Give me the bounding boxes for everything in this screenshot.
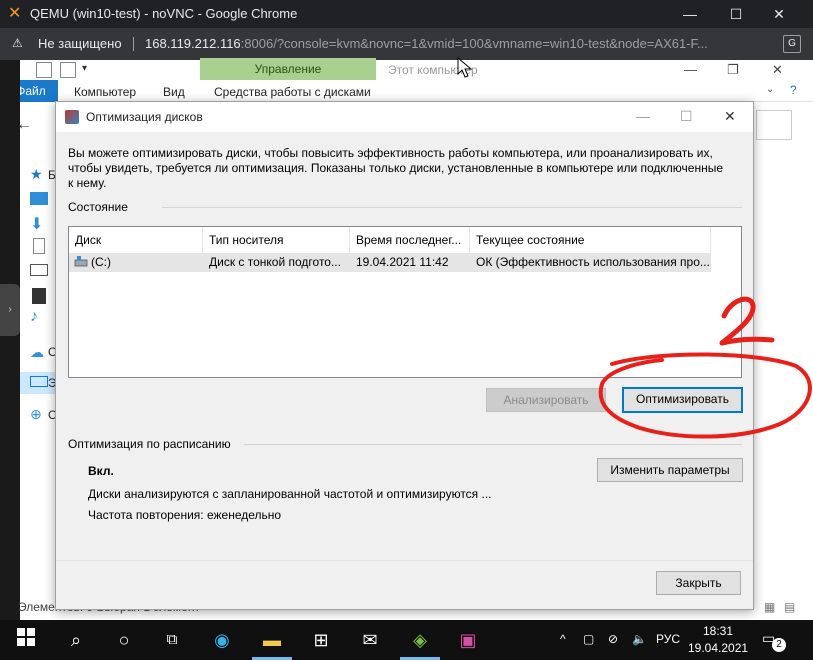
cortana-icon[interactable]: ○ [112,628,136,652]
notifications-badge: 2 [772,638,786,652]
mail-icon[interactable]: ✉ [358,628,382,652]
mouse-cursor-icon [457,56,473,78]
volume-icon[interactable]: 🔈 [632,632,647,646]
file-explorer-icon[interactable]: ▬ [260,628,284,652]
clock-time: 18:31 [702,624,734,638]
clock[interactable]: 18:31 19.04.2021 [688,623,748,657]
red-annotation [598,296,812,439]
taskbar: ⌕ ○ ⧉ ◉ ▬ ⊞ ✉ ◈ ▣ ^ ▢ ⊘ 🔈 РУС 18:31 19.0… [0,620,813,660]
edge-icon[interactable]: ◉ [210,628,234,652]
windows-start-icon[interactable] [14,628,38,652]
defrag-app-icon[interactable]: ◈ [408,628,432,652]
clock-date: 19.04.2021 [688,641,749,655]
task-view-icon[interactable]: ⧉ [160,628,184,652]
store-icon[interactable]: ⊞ [309,628,333,652]
search-icon[interactable]: ⌕ [64,628,88,652]
winrar-icon[interactable]: ▣ [456,628,480,652]
network-tray-icon[interactable]: ⊘ [608,632,618,646]
language-indicator[interactable]: РУС [656,632,680,646]
tray-chevron-icon[interactable]: ^ [560,632,566,646]
camera-icon[interactable]: ▢ [583,632,594,646]
